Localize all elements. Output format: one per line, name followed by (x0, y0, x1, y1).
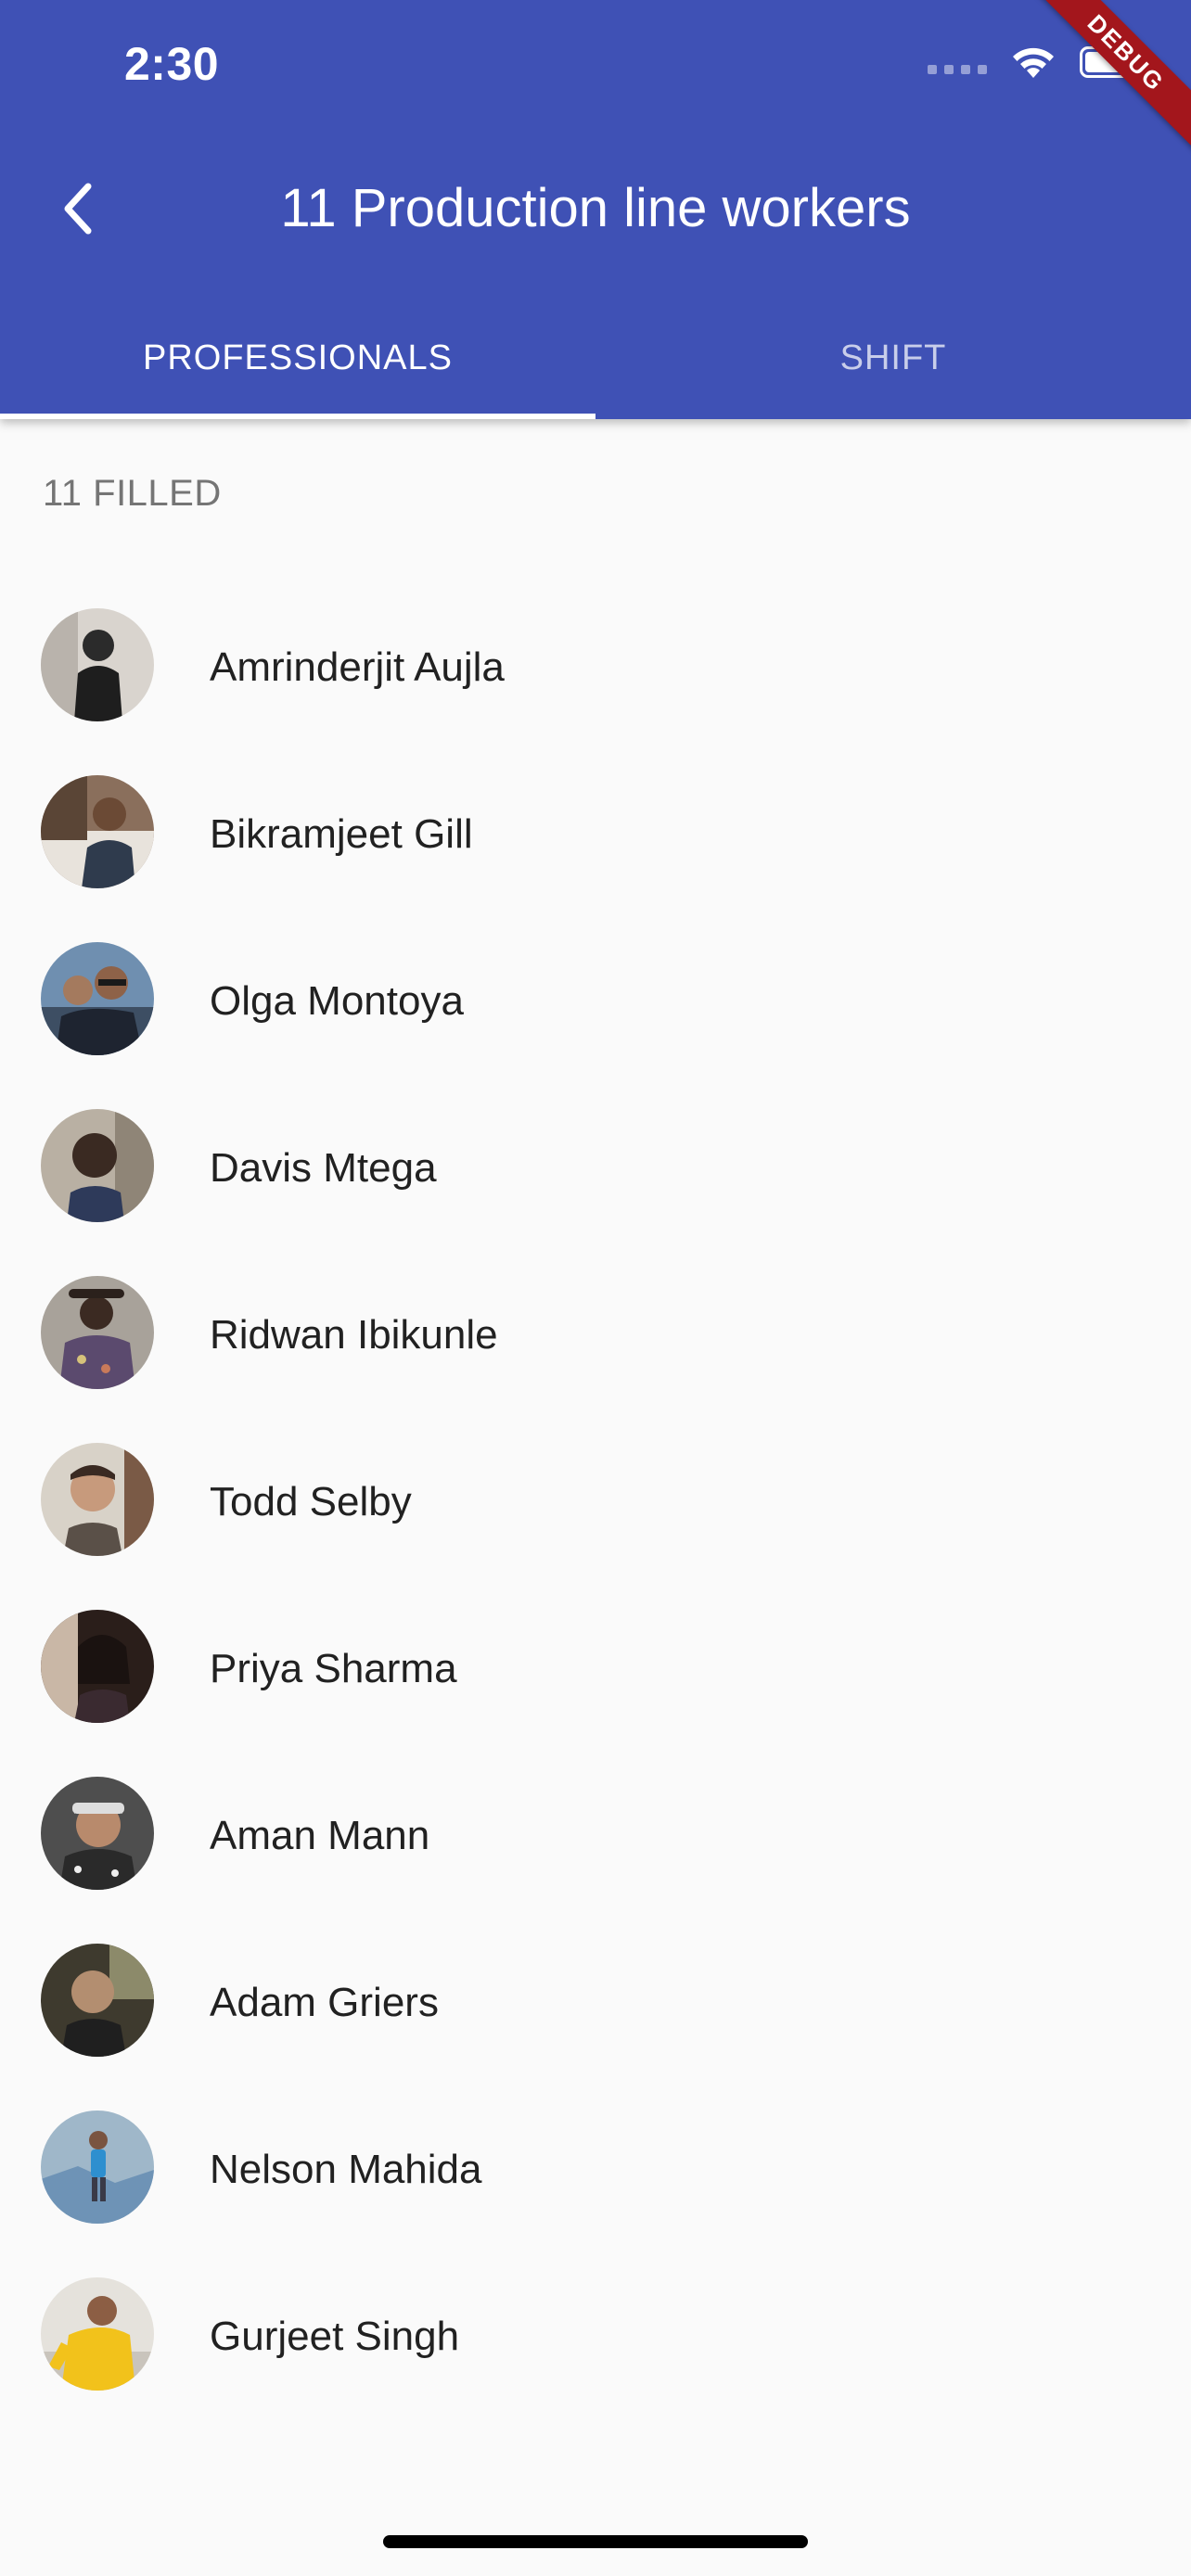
worker-name: Gurjeet Singh (210, 2314, 460, 2359)
list-item-worker[interactable]: Nelson Mahida (0, 2084, 1191, 2251)
tab-shift[interactable]: SHIFT (596, 306, 1191, 410)
wifi-icon (1013, 47, 1054, 78)
list-item-worker[interactable]: Davis Mtega (0, 1082, 1191, 1249)
worker-name: Todd Selby (210, 1479, 412, 1524)
avatar (41, 1443, 154, 1556)
tab-label: PROFESSIONALS (143, 338, 453, 377)
avatar (41, 1777, 154, 1890)
app-bar: 2:30 DEBUG 11 Production line workers PR… (0, 0, 1191, 419)
worker-list: Amrinderjit Aujla Bikramjeet Gill Olga M… (0, 581, 1191, 2417)
worker-name: Nelson Mahida (210, 2147, 482, 2192)
list-item-worker[interactable]: Bikramjeet Gill (0, 748, 1191, 915)
tab-professionals[interactable]: PROFESSIONALS (0, 306, 596, 419)
list-item-worker[interactable]: Ridwan Ibikunle (0, 1249, 1191, 1416)
tab-label: SHIFT (839, 338, 947, 377)
tab-indicator (0, 414, 596, 419)
list-item-worker[interactable]: Amrinderjit Aujla (0, 581, 1191, 748)
worker-name: Ridwan Ibikunle (210, 1312, 498, 1358)
avatar (41, 942, 154, 1055)
worker-name: Aman Mann (210, 1813, 430, 1858)
avatar (41, 1944, 154, 2057)
filled-count-header: 11 FILLED (43, 473, 222, 514)
list-item-worker[interactable]: Aman Mann (0, 1750, 1191, 1917)
avatar (41, 1610, 154, 1723)
worker-name: Amrinderjit Aujla (210, 644, 505, 690)
list-item-worker[interactable]: Gurjeet Singh (0, 2251, 1191, 2417)
list-item-worker[interactable]: Adam Griers (0, 1917, 1191, 2084)
list-item-worker[interactable]: Priya Sharma (0, 1583, 1191, 1750)
cellular-signal-icon (928, 65, 987, 74)
worker-name: Bikramjeet Gill (210, 811, 473, 857)
avatar (41, 1276, 154, 1389)
status-time: 2:30 (124, 38, 220, 90)
avatar (41, 1109, 154, 1222)
avatar (41, 775, 154, 888)
worker-name: Adam Griers (210, 1980, 439, 2025)
avatar (41, 2111, 154, 2224)
avatar (41, 2277, 154, 2391)
worker-name: Olga Montoya (210, 978, 464, 1024)
list-item-worker[interactable]: Todd Selby (0, 1416, 1191, 1583)
page-title: 11 Production line workers (280, 178, 911, 238)
worker-name: Priya Sharma (210, 1646, 457, 1691)
avatar (41, 608, 154, 721)
worker-name: Davis Mtega (210, 1145, 437, 1191)
tab-bar: PROFESSIONALS SHIFT (0, 315, 1191, 419)
home-indicator[interactable] (383, 2535, 808, 2548)
list-item-worker[interactable]: Olga Montoya (0, 915, 1191, 1082)
